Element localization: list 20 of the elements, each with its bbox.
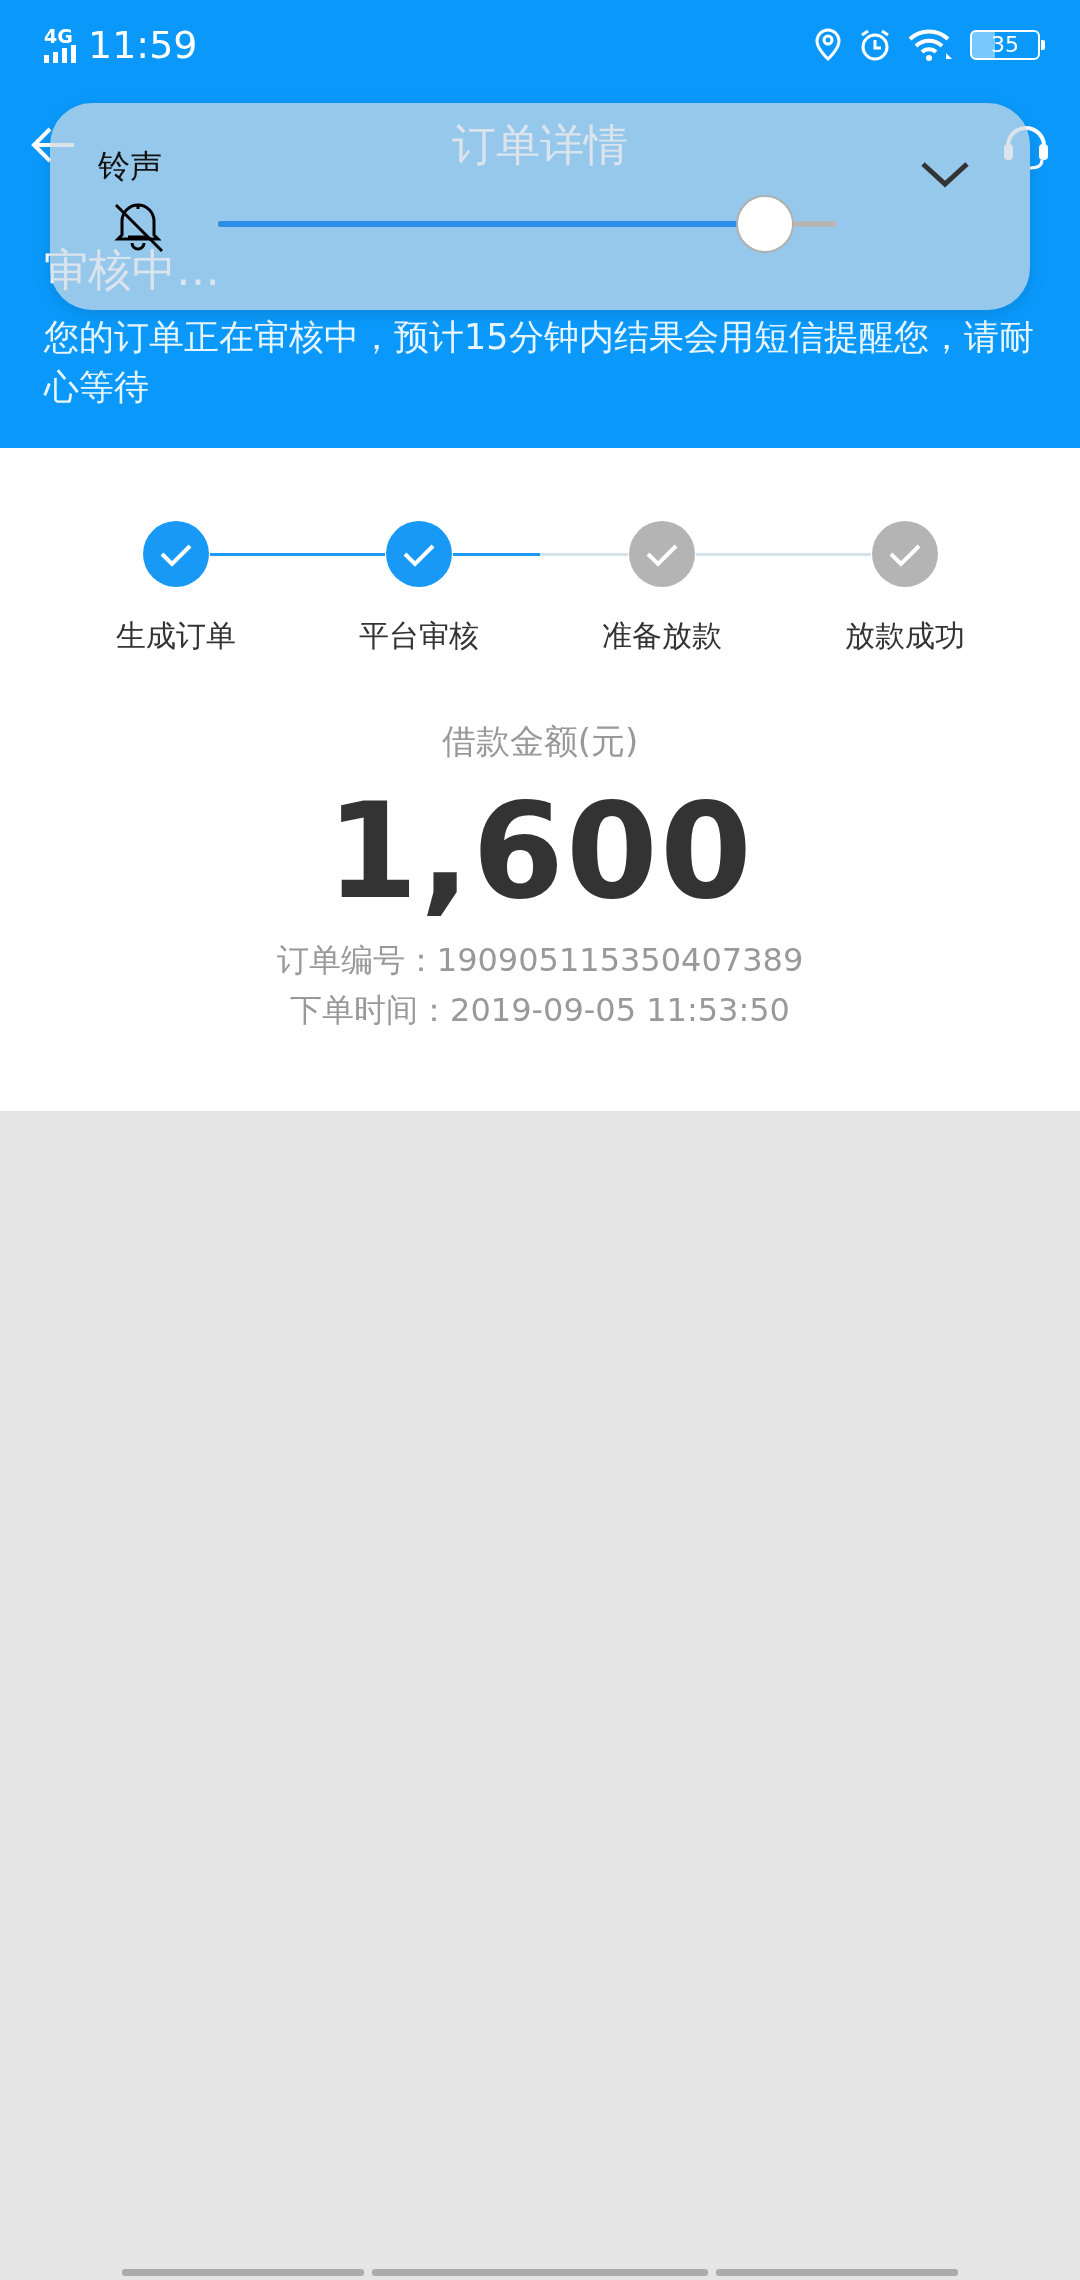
step-label: 放款成功 (844, 617, 965, 655)
order-time-label: 下单时间： (290, 991, 451, 1029)
location-icon (814, 28, 842, 62)
step-label: 生成订单 (115, 617, 236, 655)
network-type: 4G (44, 27, 73, 45)
status-message: 您的订单正在审核中，预计15分钟内结果会用短信提醒您，请耐心等待 (42, 316, 1035, 409)
battery-level: 35 (991, 34, 1019, 56)
wifi-icon (908, 29, 954, 61)
order-number-label: 订单编号： (276, 941, 437, 979)
signal-icon (44, 45, 76, 63)
volume-label: 铃声 (98, 146, 162, 187)
collapse-icon[interactable] (920, 161, 970, 189)
page-title: 订单详情 (452, 117, 628, 172)
loan-amount: 1,600 (326, 785, 754, 917)
step-label: 平台审核 (358, 617, 479, 655)
step-label: 准备放款 (601, 617, 722, 655)
order-time: 2019-09-05 11:53:50 (450, 991, 790, 1029)
order-number: 190905115350407389 (436, 941, 804, 979)
amount-label: 借款金额(元) (441, 720, 639, 763)
clock-time: 11:59 (88, 23, 198, 67)
